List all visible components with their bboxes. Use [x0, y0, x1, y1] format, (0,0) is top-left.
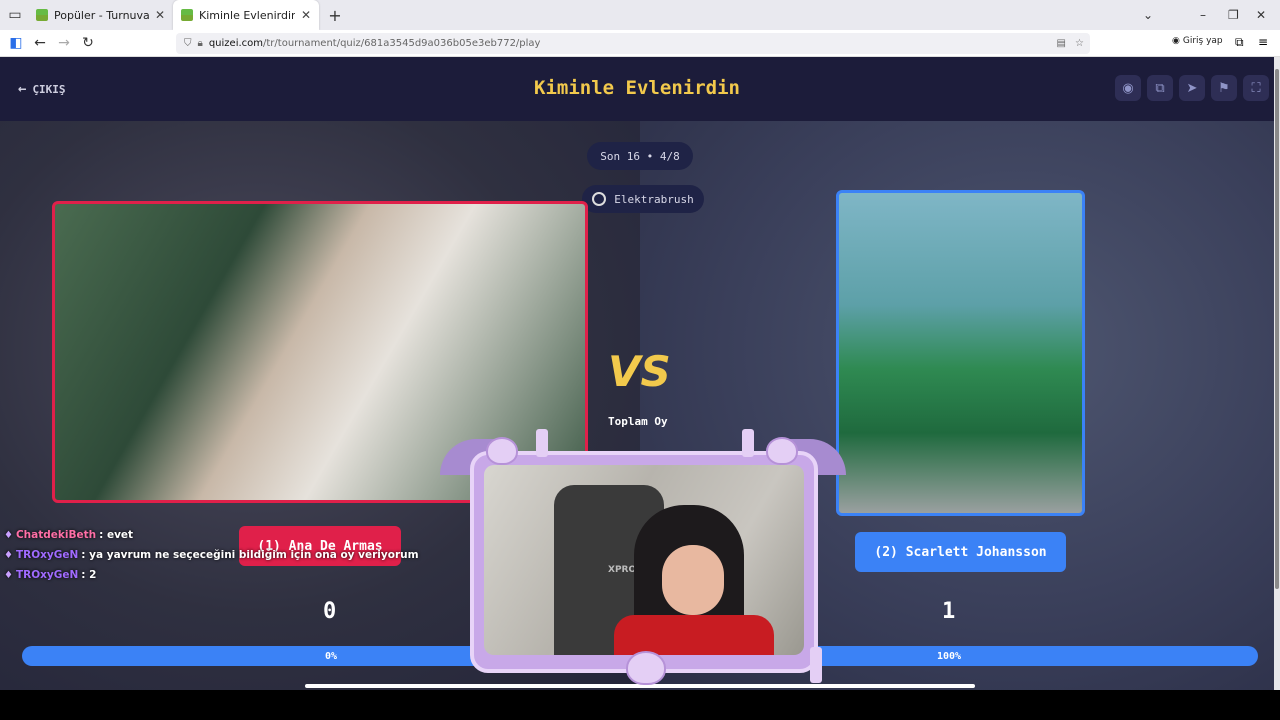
author-avatar-icon [592, 192, 607, 206]
close-window-icon[interactable]: ✕ [1256, 8, 1266, 22]
total-votes-label: Toplam Oy [608, 415, 668, 428]
flag-icon[interactable]: ⚑ [1211, 75, 1237, 101]
twitch-badge-icon: ♦ [4, 529, 13, 541]
chat-message: ♦ TROxyGeN : 2 [4, 569, 96, 581]
contestant-right-image[interactable] [836, 190, 1085, 516]
quizei-favicon-icon [181, 9, 193, 21]
reader-view-icon[interactable]: ▤ [1057, 38, 1066, 49]
bat-cat-icon [626, 651, 666, 685]
chat-text: : evet [99, 529, 134, 541]
chat-text: : 2 [81, 569, 97, 581]
tab-title: Popüler - Turnuva - Quizei [54, 8, 149, 22]
contestant-right-button[interactable]: (2) Scarlett Johansson [855, 532, 1066, 572]
url-field[interactable]: ⛉ 🔒︎ quizei.com/tr/tournament/quiz/681a3… [176, 33, 1090, 54]
author-name: Elektrabrush [614, 192, 694, 206]
close-tab-icon[interactable]: ✕ [155, 8, 165, 22]
close-tab-icon[interactable]: ✕ [301, 8, 311, 22]
eye-icon[interactable]: ◉ [1115, 75, 1141, 101]
minimize-icon[interactable]: – [1200, 8, 1206, 22]
page-scrollbar[interactable] [1274, 57, 1280, 690]
login-label: Giriş yap [1182, 36, 1223, 46]
menu-icon[interactable]: ≡ [1258, 35, 1268, 49]
tab-list-icon[interactable]: ▭ [2, 3, 28, 27]
url-path: /tr/tournament/quiz/681a3545d9a036b05e3e… [263, 38, 541, 49]
new-tab-button[interactable]: + [323, 3, 347, 27]
candle-icon [742, 429, 754, 457]
scrollbar-thumb[interactable] [1275, 69, 1279, 589]
shield-icon: ⛉ [184, 38, 192, 49]
right-vote-percent: 100% [936, 650, 962, 662]
right-vote-count: 1 [942, 599, 956, 624]
share-icon[interactable]: ⧉ [1147, 75, 1173, 101]
left-vote-percent: 0% [324, 650, 338, 662]
quiz-page: ← ÇIKIŞ Kiminle Evlenirdin ◉ ⧉ ➤ ⚑ ⛶ Son… [0, 57, 1280, 690]
quizei-favicon-icon [36, 9, 48, 21]
tab-populer[interactable]: Popüler - Turnuva - Quizei ✕ [28, 0, 173, 30]
sidebar-icon[interactable]: ◧ [4, 31, 28, 55]
webcam-overlay: XPRO [440, 429, 846, 690]
reload-icon[interactable]: ↻ [76, 31, 100, 55]
candle-icon [810, 647, 822, 683]
tab-bar: ▭ Popüler - Turnuva - Quizei ✕ Kiminle E… [0, 0, 1280, 30]
bat-cat-icon [486, 437, 518, 465]
chat-message: ♦ TROxyGeN : ya yavrum ne seçeceğini bil… [4, 549, 419, 561]
lock-icon: 🔒︎ [197, 38, 203, 49]
login-button[interactable]: ◉ Giriş yap [1172, 36, 1223, 46]
chat-message: ♦ ChatdekiBeth : evet [4, 529, 133, 541]
left-vote-count: 0 [323, 599, 337, 624]
tab-kiminle-evlenirdin[interactable]: Kiminle Evlenirdin - Tier List, Kı ✕ [173, 0, 319, 30]
send-icon[interactable]: ➤ [1179, 75, 1205, 101]
author-badge[interactable]: Elektrabrush [582, 185, 704, 213]
chat-username: TROxyGeN [15, 569, 79, 581]
chat-username: ChatdekiBeth [15, 529, 97, 541]
vs-logo: VS [608, 347, 671, 396]
bookmark-star-icon[interactable]: ☆ [1075, 38, 1084, 49]
fullscreen-icon[interactable]: ⛶ [1243, 75, 1269, 101]
forward-icon[interactable]: → [52, 31, 76, 55]
chair-brand: XPRO [608, 565, 637, 575]
chat-text: : ya yavrum ne seçeceğini bildiğim için … [81, 549, 419, 561]
extensions-icon[interactable]: ⧉ [1235, 35, 1244, 50]
quiz-header: ← ÇIKIŞ Kiminle Evlenirdin ◉ ⧉ ➤ ⚑ ⛶ [0, 57, 1274, 121]
tab-overflow-chevron-icon[interactable]: ⌄ [1143, 8, 1153, 22]
url-domain: quizei.com [208, 38, 264, 49]
maximize-icon[interactable]: ❐ [1228, 8, 1239, 22]
twitch-badge-icon: ♦ [4, 569, 13, 581]
page-title: Kiminle Evlenirdin [534, 77, 740, 99]
navigation-bar: ◧ ← → ↻ ⛉ 🔒︎ quizei.com/tr/tournament/qu… [0, 30, 1280, 57]
tab-title: Kiminle Evlenirdin - Tier List, Kı [199, 8, 295, 22]
candle-icon [536, 429, 548, 457]
round-progress-badge: Son 16 • 4/8 [587, 142, 693, 170]
bat-cat-icon [766, 437, 798, 465]
back-icon[interactable]: ← [28, 31, 52, 55]
streamer-shirt [614, 615, 774, 655]
account-icon: ◉ [1172, 36, 1180, 46]
chat-username: TROxyGeN [15, 549, 79, 561]
streamer-face [662, 545, 724, 615]
twitch-badge-icon: ♦ [4, 549, 13, 561]
webcam-video: XPRO [484, 465, 804, 655]
